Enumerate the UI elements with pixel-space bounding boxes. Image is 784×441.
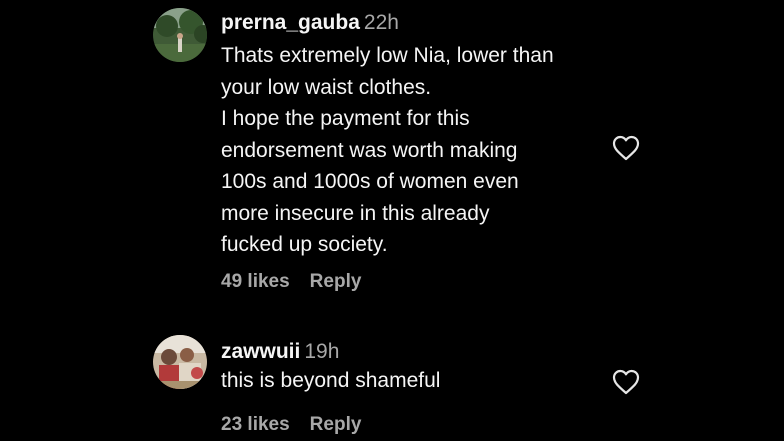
comment-text-line: Thats extremely low Nia, lower than xyxy=(221,44,554,67)
comment-username[interactable]: zawwuii xyxy=(221,340,300,363)
reply-button[interactable]: Reply xyxy=(310,414,362,435)
comment-text-line: your low waist clothes. xyxy=(221,75,432,99)
avatar-photo-icon xyxy=(153,8,207,62)
avatar[interactable] xyxy=(153,8,207,62)
comment-username[interactable]: prerna_gauba xyxy=(221,11,360,34)
comment-text-line: fucked up society. xyxy=(221,233,388,256)
comment-text-line: endorsement was worth making xyxy=(221,138,518,162)
comment-text-line: more insecure in this already xyxy=(221,201,490,225)
likes-count[interactable]: 23 likes xyxy=(221,414,290,435)
reply-button[interactable]: Reply xyxy=(310,271,362,292)
comment-timestamp: 22h xyxy=(363,11,399,34)
comment-body: Thats extremely low Nia, lower than your… xyxy=(221,40,611,261)
likes-count[interactable]: 49 likes xyxy=(221,271,290,292)
comment-actions: 49 likes Reply xyxy=(221,271,361,293)
comment-actions: 23 likes Reply xyxy=(221,414,361,436)
comment-body: this is beyond shameful xyxy=(221,365,611,397)
comment-text-line: this is beyond shameful xyxy=(221,369,441,392)
comment-text-line: 100s and 1000s of women even xyxy=(221,170,519,193)
comment-text-line: I hope the payment for this xyxy=(221,107,470,130)
heart-outline-icon[interactable] xyxy=(612,369,640,395)
comment-timestamp: 19h xyxy=(304,340,340,363)
heart-outline-icon[interactable] xyxy=(612,135,640,161)
avatar-photo-icon xyxy=(153,335,207,389)
avatar[interactable] xyxy=(153,335,207,389)
